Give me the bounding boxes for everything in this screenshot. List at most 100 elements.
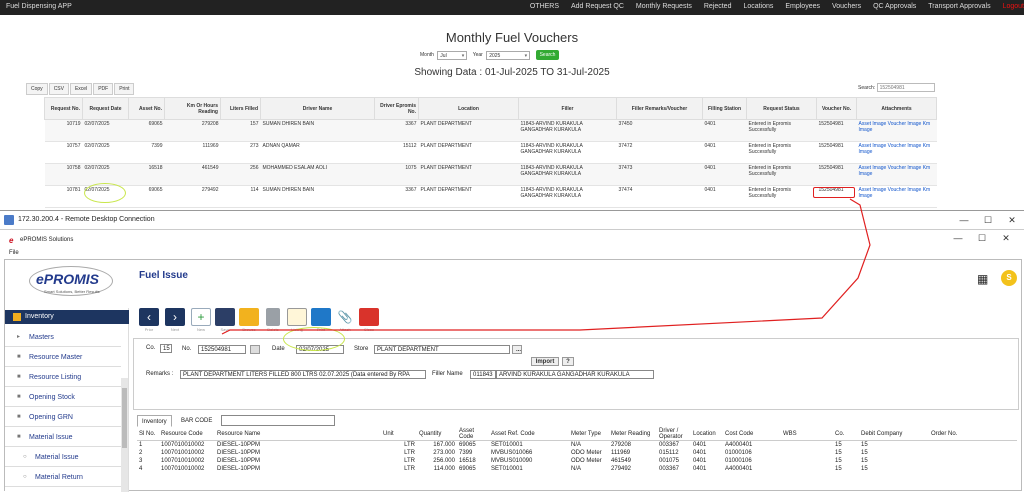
- next-button[interactable]: › Next: [163, 308, 187, 332]
- tab-bar-code[interactable]: BAR CODE: [177, 415, 216, 427]
- lookup-button[interactable]: [250, 345, 260, 354]
- col-request-status[interactable]: Request Status: [746, 97, 817, 120]
- grid-row[interactable]: 1 1007010010002 DIESEL-10PPM LTR 167.000…: [137, 441, 1017, 449]
- nav-vouchers[interactable]: Vouchers: [832, 3, 861, 10]
- attach-button[interactable]: 📎 Attach: [333, 308, 357, 332]
- col-request-no[interactable]: Request No.: [44, 97, 83, 120]
- cell-location: PLANT DEPARTMENT: [418, 163, 519, 186]
- apps-grid-icon[interactable]: ▦: [977, 272, 988, 286]
- cell-asset-no: 16518: [128, 163, 165, 186]
- attachment-links[interactable]: Asset Image Voucher Image Km Image: [859, 121, 931, 133]
- new-document-icon: +: [191, 308, 211, 326]
- pdf-button[interactable]: PDF: [93, 83, 114, 95]
- store-field[interactable]: PLANT DEPARTMENT: [374, 345, 510, 354]
- cell-liters: 256: [220, 163, 261, 186]
- col-filling-station[interactable]: Filling Station: [702, 97, 747, 120]
- col-filler-remarks[interactable]: Filler Remarks/Voucher: [616, 97, 703, 120]
- nav-qc-approvals[interactable]: QC Approvals: [873, 3, 916, 10]
- nav-transport-approvals[interactable]: Transport Approvals: [928, 3, 990, 10]
- barcode-input[interactable]: [221, 415, 335, 426]
- col-driver-epromis[interactable]: Driver Epromis No.: [374, 97, 419, 120]
- filler-code-field[interactable]: 011843: [470, 370, 496, 379]
- sidebar-item-material-issue[interactable]: ■ Material Issue: [5, 428, 121, 447]
- col-asset-code: Asset Code: [457, 428, 489, 441]
- grid-row[interactable]: 2 1007010010002 DIESEL-10PPM LTR 273.000…: [137, 449, 1017, 457]
- delete-button[interactable]: Delete: [261, 308, 285, 332]
- help-button[interactable]: ?: [562, 357, 574, 366]
- file-menu[interactable]: File: [9, 250, 19, 256]
- nav-monthly-requests[interactable]: Monthly Requests: [636, 3, 692, 10]
- cell-voucher-no: 152504981: [816, 163, 857, 186]
- attachment-links[interactable]: Asset Image Voucher Image Km Image: [859, 143, 931, 155]
- col-km-reading[interactable]: Km Or Hours Reading: [164, 97, 221, 120]
- co-field[interactable]: 15: [160, 344, 172, 353]
- import-button[interactable]: Import: [531, 357, 559, 366]
- attachment-links[interactable]: Asset Image Voucher Image Km Image: [859, 187, 931, 199]
- excel-button[interactable]: Excel: [69, 83, 93, 95]
- close-icon[interactable]: ✕: [1000, 211, 1024, 230]
- sidebar-item-masters[interactable]: ▸ Masters: [5, 328, 121, 347]
- col-voucher-no[interactable]: Voucher No.: [816, 97, 857, 120]
- chevron-left-icon: ‹: [139, 308, 159, 326]
- tab-inventory[interactable]: Inventory: [137, 415, 172, 427]
- maximize-icon[interactable]: ☐: [976, 211, 1000, 230]
- sidebar-section-inventory[interactable]: Inventory: [5, 310, 129, 324]
- maximize-icon[interactable]: ☐: [970, 231, 994, 245]
- sidebar-subitem-material-issue[interactable]: ○ Material Issue: [5, 448, 121, 467]
- menu-square-icon: ■: [17, 394, 21, 400]
- remarks-field[interactable]: PLANT DEPARTMENT LITERS FILLED 800 LTRS …: [180, 370, 426, 379]
- search-input[interactable]: 152504981: [876, 83, 935, 92]
- attachment-links[interactable]: Asset Image Voucher Image Km Image: [859, 165, 931, 177]
- grid-row[interactable]: 3 1007010010002 DIESEL-10PPM LTR 256.000…: [137, 457, 1017, 465]
- minimize-icon[interactable]: —: [946, 231, 970, 245]
- close-button[interactable]: Close: [357, 308, 381, 332]
- copy-button[interactable]: Copy: [26, 83, 48, 95]
- col-asset-no[interactable]: Asset No.: [128, 97, 165, 120]
- col-filler[interactable]: Filler: [518, 97, 617, 120]
- col-driver-name[interactable]: Driver Name: [260, 97, 375, 120]
- nav-logout[interactable]: Logout: [1003, 3, 1024, 10]
- month-select[interactable]: Jul: [437, 50, 468, 60]
- nav-add-request-qc[interactable]: Add Request QC: [571, 3, 624, 10]
- rdp-title: 172.30.200.4 - Remote Desktop Connection: [18, 216, 155, 223]
- nav-others[interactable]: OTHERS: [530, 3, 559, 10]
- sidebar-item-opening-stock[interactable]: ■ Opening Stock: [5, 388, 121, 407]
- cell-driver-epromis: 3367: [374, 185, 419, 208]
- search-button[interactable]: Search: [535, 50, 560, 60]
- prior-button[interactable]: ‹ Prior: [137, 308, 161, 332]
- nav-rejected[interactable]: Rejected: [704, 3, 732, 10]
- cell-filling-station: 0401: [702, 163, 747, 186]
- cell-filler-remarks: 37474: [616, 185, 703, 208]
- new-button[interactable]: + New: [189, 308, 213, 332]
- store-lookup-button[interactable]: ...: [512, 345, 522, 354]
- app-brand[interactable]: Fuel Dispensing APP: [6, 3, 72, 10]
- csv-button[interactable]: CSV: [48, 83, 69, 95]
- print-button[interactable]: Print: [114, 83, 135, 95]
- sidebar-scrollbar[interactable]: [121, 378, 128, 492]
- filler-name-label: Filler Name: [432, 371, 463, 377]
- cell-request-status: Entered in Epromis Successfully: [746, 141, 817, 164]
- scrollbar-thumb[interactable]: [122, 388, 127, 448]
- avatar[interactable]: S: [1001, 270, 1017, 286]
- save-button[interactable]: Save: [213, 308, 237, 332]
- sidebar-item-opening-grn[interactable]: ■ Opening GRN: [5, 408, 121, 427]
- nav-employees[interactable]: Employees: [785, 3, 820, 10]
- col-location[interactable]: Location: [418, 97, 519, 120]
- sidebar-subitem-material-return[interactable]: ○ Material Return: [5, 468, 121, 487]
- col-request-date[interactable]: Request Date: [82, 97, 129, 120]
- nav-locations[interactable]: Locations: [743, 3, 773, 10]
- voucher-no-field[interactable]: 152504981: [198, 345, 246, 354]
- filler-name-field[interactable]: ARVIND KURAKULA GANGADHAR KURAKULA: [496, 370, 654, 379]
- sidebar-item-resource-master[interactable]: ■ Resource Master: [5, 348, 121, 367]
- close-icon[interactable]: ✕: [994, 231, 1018, 245]
- minimize-icon[interactable]: —: [952, 211, 976, 230]
- col-attachments[interactable]: Attachments: [856, 97, 937, 120]
- sidebar-item-resource-listing[interactable]: ■ Resource Listing: [5, 368, 121, 387]
- browse-button[interactable]: Browse: [237, 308, 261, 332]
- col-liters[interactable]: Liters Filled: [220, 97, 261, 120]
- grid-row[interactable]: 4 1007010010002 DIESEL-10PPM LTR 114.000…: [137, 465, 1017, 473]
- year-select[interactable]: 2025: [486, 50, 531, 60]
- col-resource-name: Resource Name: [215, 428, 381, 441]
- cell-request-no: 10781: [44, 185, 83, 208]
- cell-driver-operator: 015112: [659, 449, 679, 456]
